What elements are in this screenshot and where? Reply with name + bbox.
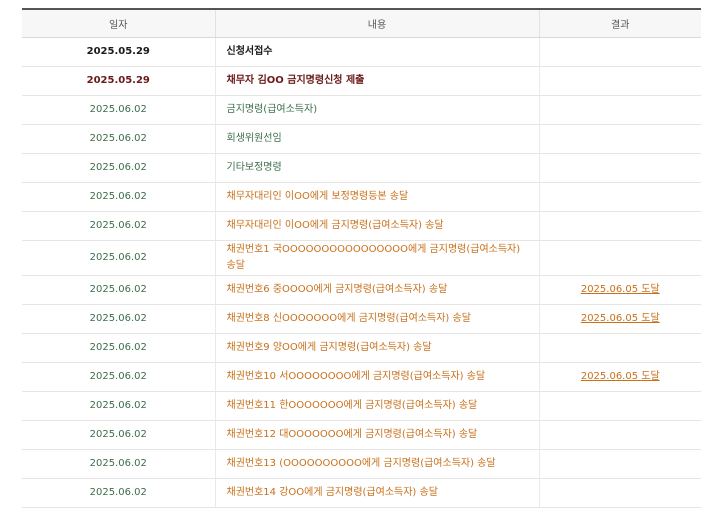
row-date: 2025.06.02	[22, 153, 215, 183]
row-result	[538, 182, 701, 212]
table-row: 2025.06.02 채권번호13 (OOOOOOOOOO에게 금지명령(급여소…	[22, 449, 701, 479]
header-content: 내용	[214, 8, 539, 38]
table-row: 2025.06.02 금지명령(급여소득자)	[22, 95, 701, 125]
row-content: 채권번호9 양OO에게 금지명령(급여소득자) 송달	[214, 333, 539, 363]
row-result	[538, 333, 701, 363]
row-content: 채권번호11 한OOOOOOO에게 금지명령(급여소득자) 송달	[214, 391, 539, 421]
row-result	[538, 66, 701, 96]
row-content: 채권번호6 중OOOO에게 금지명령(급여소득자) 송달	[214, 275, 539, 305]
row-date: 2025.06.02	[22, 478, 215, 508]
row-result	[538, 37, 701, 67]
row-result	[538, 478, 701, 508]
table-row: 2025.06.02 채권번호12 대OOOOOOO에게 금지명령(급여소득자)…	[22, 420, 701, 450]
row-content: 채무자 김OO 금지명령신청 제출	[214, 66, 539, 96]
row-date: 2025.06.02	[22, 275, 215, 305]
progress-table: 일자 내용 결과 2025.05.29 신청서접수 2025.05.29 채무자…	[22, 8, 701, 508]
delivery-result-link[interactable]: 2025.06.05 도달	[581, 371, 660, 382]
table-row: 2025.06.02 채권번호1 국OOOOOOOOOOOOOOOO에게 금지명…	[22, 240, 701, 276]
row-content: 채권번호10 서OOOOOOOO에게 금지명령(급여소득자) 송달	[214, 362, 539, 392]
row-result-cell: 2025.06.05 도달	[538, 362, 701, 392]
row-content: 채무자대리인 이OO에게 금지명령(급여소득자) 송달	[214, 211, 539, 241]
row-content: 기타보정명령	[214, 153, 539, 183]
row-date: 2025.06.02	[22, 124, 215, 154]
row-date: 2025.06.02	[22, 240, 215, 276]
row-content: 금지명령(급여소득자)	[214, 95, 539, 125]
row-date: 2025.06.02	[22, 391, 215, 421]
table-row: 2025.06.02 채무자대리인 이OO에게 보정명령등본 송달	[22, 182, 701, 212]
row-content: 채권번호12 대OOOOOOO에게 금지명령(급여소득자) 송달	[214, 420, 539, 450]
row-content: 회생위원선임	[214, 124, 539, 154]
row-result	[538, 153, 701, 183]
table-row: 2025.06.02 채권번호6 중OOOO에게 금지명령(급여소득자) 송달 …	[22, 275, 701, 305]
row-content: 채권번호1 국OOOOOOOOOOOOOOOO에게 금지명령(급여소득자) 송달	[214, 240, 539, 276]
row-content: 채권번호8 신OOOOOOO에게 금지명령(급여소득자) 송달	[214, 304, 539, 334]
row-date: 2025.06.02	[22, 182, 215, 212]
header-date: 일자	[22, 8, 215, 38]
table-row: 2025.06.02 채권번호11 한OOOOOOO에게 금지명령(급여소득자)…	[22, 391, 701, 421]
row-date: 2025.05.29	[22, 37, 215, 67]
delivery-result-link[interactable]: 2025.06.05 도달	[581, 313, 660, 324]
row-result	[538, 211, 701, 241]
table-row: 2025.06.02 회생위원선임	[22, 124, 701, 154]
table-row: 2025.05.29 신청서접수	[22, 37, 701, 67]
row-date: 2025.06.02	[22, 95, 215, 125]
row-result	[538, 240, 701, 276]
row-content: 채무자대리인 이OO에게 보정명령등본 송달	[214, 182, 539, 212]
table-row: 2025.06.02 채권번호8 신OOOOOOO에게 금지명령(급여소득자) …	[22, 304, 701, 334]
row-date: 2025.06.02	[22, 362, 215, 392]
row-date: 2025.06.02	[22, 449, 215, 479]
delivery-result-link[interactable]: 2025.06.05 도달	[581, 284, 660, 295]
row-result-cell: 2025.06.05 도달	[538, 275, 701, 305]
row-result	[538, 391, 701, 421]
row-result	[538, 124, 701, 154]
table-row: 2025.06.02 채권번호10 서OOOOOOOO에게 금지명령(급여소득자…	[22, 362, 701, 392]
table-row: 2025.06.02 기타보정명령	[22, 153, 701, 183]
progress-table-container: 일자 내용 결과 2025.05.29 신청서접수 2025.05.29 채무자…	[22, 8, 701, 508]
row-content: 채권번호14 강OO에게 금지명령(급여소득자) 송달	[214, 478, 539, 508]
table-row: 2025.06.02 채권번호14 강OO에게 금지명령(급여소득자) 송달	[22, 478, 701, 508]
row-result-cell: 2025.06.05 도달	[538, 304, 701, 334]
row-date: 2025.05.29	[22, 66, 215, 96]
row-date: 2025.06.02	[22, 211, 215, 241]
table-row: 2025.06.02 채권번호9 양OO에게 금지명령(급여소득자) 송달	[22, 333, 701, 363]
table-row: 2025.06.02 채무자대리인 이OO에게 금지명령(급여소득자) 송달	[22, 211, 701, 241]
header-result: 결과	[538, 8, 701, 38]
row-result	[538, 95, 701, 125]
row-result	[538, 449, 701, 479]
row-content: 채권번호13 (OOOOOOOOOO에게 금지명령(급여소득자) 송달	[214, 449, 539, 479]
row-result	[538, 420, 701, 450]
row-content: 신청서접수	[214, 37, 539, 67]
row-date: 2025.06.02	[22, 420, 215, 450]
row-date: 2025.06.02	[22, 304, 215, 334]
table-header-row: 일자 내용 결과	[22, 8, 701, 38]
table-row: 2025.05.29 채무자 김OO 금지명령신청 제출	[22, 66, 701, 96]
row-date: 2025.06.02	[22, 333, 215, 363]
